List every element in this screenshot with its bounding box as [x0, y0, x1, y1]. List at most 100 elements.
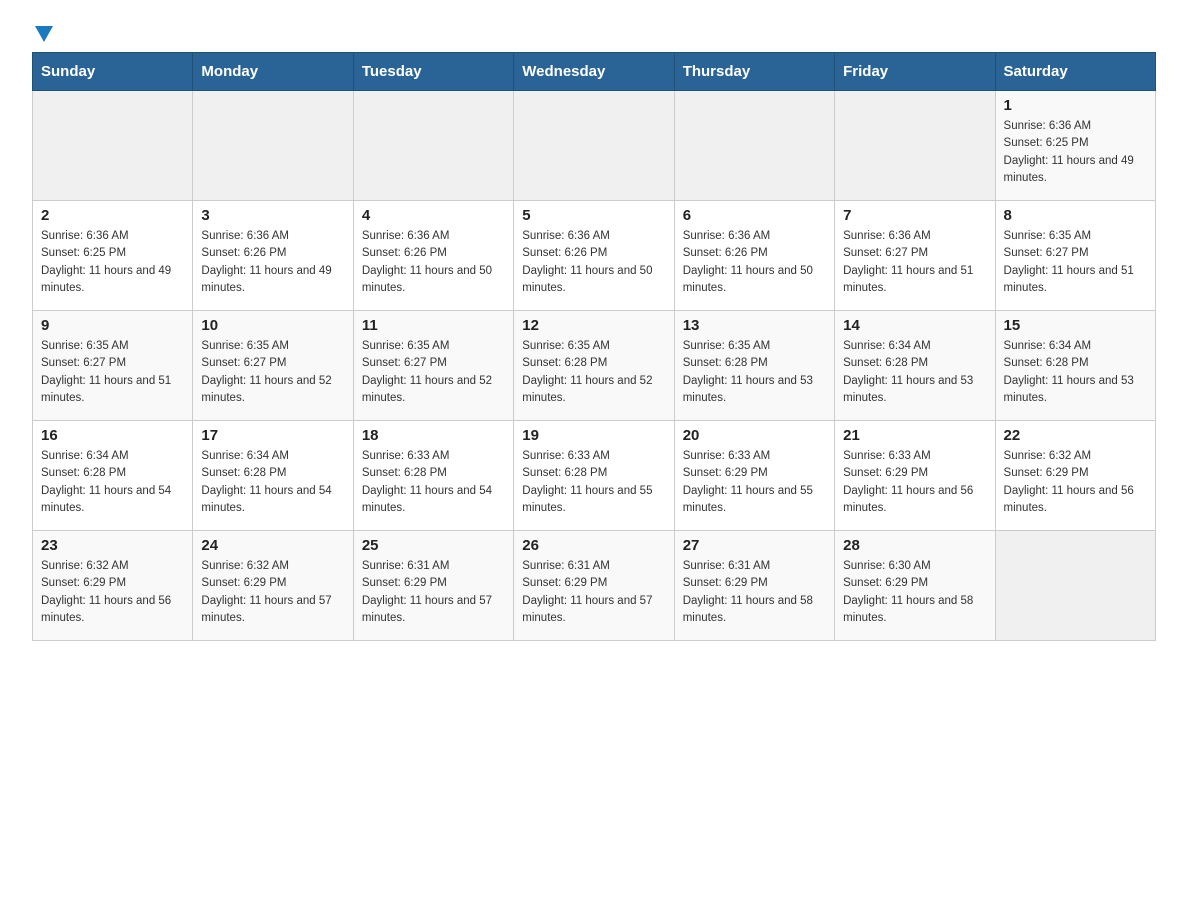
weekday-header-wednesday: Wednesday — [514, 53, 674, 91]
calendar-cell: 5 Sunrise: 6:36 AM Sunset: 6:26 PM Daylig… — [514, 201, 674, 311]
day-info: Sunrise: 6:34 AM Sunset: 6:28 PM Dayligh… — [41, 448, 184, 517]
day-number: 18 — [362, 427, 505, 444]
day-number: 19 — [522, 427, 665, 444]
day-info: Sunrise: 6:35 AM Sunset: 6:27 PM Dayligh… — [1004, 228, 1147, 297]
weekday-header-thursday: Thursday — [674, 53, 834, 91]
logo-triangle-icon — [35, 26, 53, 42]
day-number: 4 — [362, 207, 505, 224]
day-number: 10 — [201, 317, 344, 334]
calendar-cell — [193, 91, 353, 201]
day-number: 11 — [362, 317, 505, 334]
calendar-cell: 19 Sunrise: 6:33 AM Sunset: 6:28 PM Dayli… — [514, 421, 674, 531]
page-header — [32, 24, 1156, 40]
calendar-cell: 10 Sunrise: 6:35 AM Sunset: 6:27 PM Dayli… — [193, 311, 353, 421]
calendar-cell: 4 Sunrise: 6:36 AM Sunset: 6:26 PM Daylig… — [353, 201, 513, 311]
day-number: 7 — [843, 207, 986, 224]
calendar-cell: 21 Sunrise: 6:33 AM Sunset: 6:29 PM Dayli… — [835, 421, 995, 531]
calendar-cell: 17 Sunrise: 6:34 AM Sunset: 6:28 PM Dayli… — [193, 421, 353, 531]
day-info: Sunrise: 6:36 AM Sunset: 6:25 PM Dayligh… — [41, 228, 184, 297]
calendar-week-row: 1 Sunrise: 6:36 AM Sunset: 6:25 PM Daylig… — [33, 91, 1156, 201]
day-number: 2 — [41, 207, 184, 224]
calendar-week-row: 23 Sunrise: 6:32 AM Sunset: 6:29 PM Dayli… — [33, 531, 1156, 641]
day-number: 17 — [201, 427, 344, 444]
calendar-week-row: 2 Sunrise: 6:36 AM Sunset: 6:25 PM Daylig… — [33, 201, 1156, 311]
day-info: Sunrise: 6:36 AM Sunset: 6:25 PM Dayligh… — [1004, 118, 1147, 187]
calendar-table: SundayMondayTuesdayWednesdayThursdayFrid… — [32, 52, 1156, 641]
day-info: Sunrise: 6:35 AM Sunset: 6:27 PM Dayligh… — [362, 338, 505, 407]
weekday-header-monday: Monday — [193, 53, 353, 91]
calendar-cell: 13 Sunrise: 6:35 AM Sunset: 6:28 PM Dayli… — [674, 311, 834, 421]
day-number: 24 — [201, 537, 344, 554]
calendar-cell: 25 Sunrise: 6:31 AM Sunset: 6:29 PM Dayli… — [353, 531, 513, 641]
calendar-cell: 6 Sunrise: 6:36 AM Sunset: 6:26 PM Daylig… — [674, 201, 834, 311]
day-info: Sunrise: 6:36 AM Sunset: 6:26 PM Dayligh… — [683, 228, 826, 297]
day-number: 13 — [683, 317, 826, 334]
calendar-cell: 2 Sunrise: 6:36 AM Sunset: 6:25 PM Daylig… — [33, 201, 193, 311]
day-info: Sunrise: 6:33 AM Sunset: 6:28 PM Dayligh… — [522, 448, 665, 517]
day-info: Sunrise: 6:34 AM Sunset: 6:28 PM Dayligh… — [1004, 338, 1147, 407]
calendar-cell: 9 Sunrise: 6:35 AM Sunset: 6:27 PM Daylig… — [33, 311, 193, 421]
day-info: Sunrise: 6:35 AM Sunset: 6:28 PM Dayligh… — [522, 338, 665, 407]
day-info: Sunrise: 6:30 AM Sunset: 6:29 PM Dayligh… — [843, 558, 986, 627]
day-number: 28 — [843, 537, 986, 554]
day-info: Sunrise: 6:35 AM Sunset: 6:27 PM Dayligh… — [41, 338, 184, 407]
day-info: Sunrise: 6:36 AM Sunset: 6:26 PM Dayligh… — [522, 228, 665, 297]
weekday-header-friday: Friday — [835, 53, 995, 91]
day-number: 20 — [683, 427, 826, 444]
day-info: Sunrise: 6:34 AM Sunset: 6:28 PM Dayligh… — [843, 338, 986, 407]
day-number: 5 — [522, 207, 665, 224]
weekday-header-sunday: Sunday — [33, 53, 193, 91]
day-info: Sunrise: 6:31 AM Sunset: 6:29 PM Dayligh… — [522, 558, 665, 627]
day-number: 3 — [201, 207, 344, 224]
day-number: 16 — [41, 427, 184, 444]
calendar-cell: 15 Sunrise: 6:34 AM Sunset: 6:28 PM Dayli… — [995, 311, 1155, 421]
day-number: 6 — [683, 207, 826, 224]
day-number: 8 — [1004, 207, 1147, 224]
calendar-cell — [353, 91, 513, 201]
day-number: 12 — [522, 317, 665, 334]
calendar-cell: 16 Sunrise: 6:34 AM Sunset: 6:28 PM Dayli… — [33, 421, 193, 531]
calendar-cell: 14 Sunrise: 6:34 AM Sunset: 6:28 PM Dayli… — [835, 311, 995, 421]
calendar-cell: 7 Sunrise: 6:36 AM Sunset: 6:27 PM Daylig… — [835, 201, 995, 311]
weekday-header-tuesday: Tuesday — [353, 53, 513, 91]
day-info: Sunrise: 6:36 AM Sunset: 6:27 PM Dayligh… — [843, 228, 986, 297]
calendar-week-row: 16 Sunrise: 6:34 AM Sunset: 6:28 PM Dayli… — [33, 421, 1156, 531]
calendar-week-row: 9 Sunrise: 6:35 AM Sunset: 6:27 PM Daylig… — [33, 311, 1156, 421]
day-number: 15 — [1004, 317, 1147, 334]
day-number: 14 — [843, 317, 986, 334]
calendar-cell: 18 Sunrise: 6:33 AM Sunset: 6:28 PM Dayli… — [353, 421, 513, 531]
day-info: Sunrise: 6:33 AM Sunset: 6:28 PM Dayligh… — [362, 448, 505, 517]
day-info: Sunrise: 6:34 AM Sunset: 6:28 PM Dayligh… — [201, 448, 344, 517]
logo — [32, 24, 53, 40]
calendar-cell — [33, 91, 193, 201]
calendar-cell: 27Sunrise: 6:31 AM Sunset: 6:29 PM Dayli… — [674, 531, 834, 641]
calendar-cell: 12 Sunrise: 6:35 AM Sunset: 6:28 PM Dayli… — [514, 311, 674, 421]
calendar-cell — [674, 91, 834, 201]
day-number: 21 — [843, 427, 986, 444]
weekday-header-saturday: Saturday — [995, 53, 1155, 91]
day-info: Sunrise: 6:31 AM Sunset: 6:29 PM Dayligh… — [362, 558, 505, 627]
calendar-cell: 22Sunrise: 6:32 AM Sunset: 6:29 PM Dayli… — [995, 421, 1155, 531]
day-number: 9 — [41, 317, 184, 334]
calendar-cell: 23 Sunrise: 6:32 AM Sunset: 6:29 PM Dayli… — [33, 531, 193, 641]
day-info: Sunrise: 6:36 AM Sunset: 6:26 PM Dayligh… — [201, 228, 344, 297]
day-info: Sunrise: 6:33 AM Sunset: 6:29 PM Dayligh… — [843, 448, 986, 517]
day-info: Sunrise: 6:32 AM Sunset: 6:29 PM Dayligh… — [1004, 448, 1147, 517]
day-info: Sunrise: 6:32 AM Sunset: 6:29 PM Dayligh… — [201, 558, 344, 627]
calendar-cell: 1 Sunrise: 6:36 AM Sunset: 6:25 PM Daylig… — [995, 91, 1155, 201]
day-number: 25 — [362, 537, 505, 554]
day-info: Sunrise: 6:32 AM Sunset: 6:29 PM Dayligh… — [41, 558, 184, 627]
day-number: 23 — [41, 537, 184, 554]
calendar-cell — [835, 91, 995, 201]
day-info: Sunrise: 6:35 AM Sunset: 6:28 PM Dayligh… — [683, 338, 826, 407]
day-number: 27 — [683, 537, 826, 554]
calendar-cell — [514, 91, 674, 201]
calendar-cell: 26Sunrise: 6:31 AM Sunset: 6:29 PM Dayli… — [514, 531, 674, 641]
day-info: Sunrise: 6:36 AM Sunset: 6:26 PM Dayligh… — [362, 228, 505, 297]
day-info: Sunrise: 6:35 AM Sunset: 6:27 PM Dayligh… — [201, 338, 344, 407]
calendar-cell — [995, 531, 1155, 641]
day-info: Sunrise: 6:33 AM Sunset: 6:29 PM Dayligh… — [683, 448, 826, 517]
weekday-header-row: SundayMondayTuesdayWednesdayThursdayFrid… — [33, 53, 1156, 91]
day-number: 1 — [1004, 97, 1147, 114]
calendar-cell: 20 Sunrise: 6:33 AM Sunset: 6:29 PM Dayli… — [674, 421, 834, 531]
